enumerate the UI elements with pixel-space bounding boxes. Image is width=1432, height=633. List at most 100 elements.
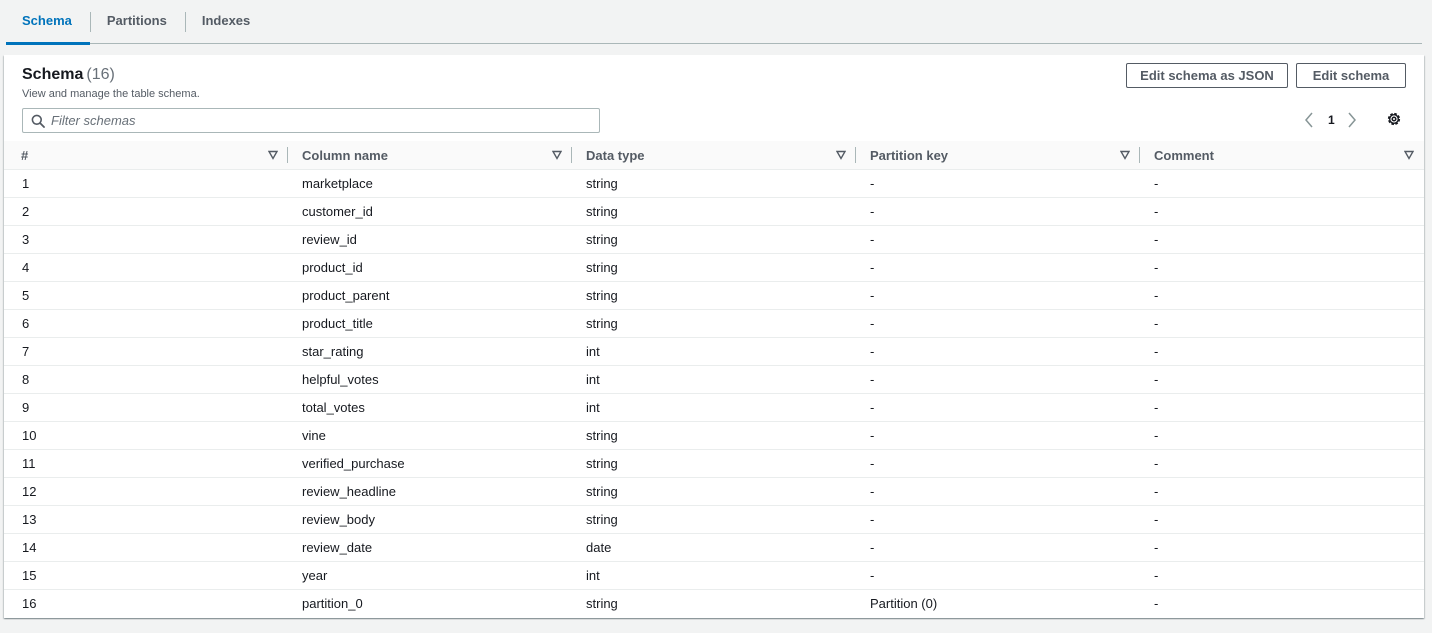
sort-down-triangle-icon[interactable] [268, 150, 278, 160]
data-type-cell: string [572, 281, 856, 310]
partition-key-cell: - [856, 477, 1140, 506]
chevron-right-icon[interactable] [1345, 110, 1359, 130]
search-icon [31, 114, 45, 128]
table-row: 7 star_rating int - - [4, 337, 1424, 366]
column-name-cell: customer_id [288, 197, 572, 226]
table-row: 10 vine string - - [4, 421, 1424, 450]
sort-down-triangle-icon[interactable] [1120, 150, 1130, 160]
row-number-cell: 15 [4, 561, 288, 590]
comment-cell: - [1140, 253, 1424, 282]
column-header-label: # [21, 148, 29, 163]
row-number-cell: 9 [4, 393, 288, 422]
column-name-cell: star_rating [288, 337, 572, 366]
table-body: 1 marketplace string - -2 customer_id string - -… [4, 169, 1424, 617]
data-type-cell: date [572, 533, 856, 562]
column-header-number[interactable]: # [4, 141, 288, 170]
data-type-cell: string [572, 253, 856, 282]
comment-cell: - [1140, 281, 1424, 310]
column-header-label: Partition key [870, 148, 949, 163]
row-number-cell: 6 [4, 309, 288, 338]
comment-cell: - [1140, 365, 1424, 394]
partition-key-cell: - [856, 533, 1140, 562]
data-type-cell: string [572, 477, 856, 506]
edit-schema-json-button[interactable]: Edit schema as JSON [1126, 63, 1288, 88]
row-number-cell: 4 [4, 253, 288, 282]
comment-cell: - [1140, 449, 1424, 478]
row-number-cell: 8 [4, 365, 288, 394]
data-type-cell: string [572, 197, 856, 226]
data-type-cell: int [572, 393, 856, 422]
tab-schema-label: Schema [22, 13, 72, 28]
filter-box [22, 108, 600, 133]
row-number-cell: 14 [4, 533, 288, 562]
column-header-label: Comment [1154, 148, 1214, 163]
column-name-cell: helpful_votes [288, 365, 572, 394]
column-name-cell: product_id [288, 253, 572, 282]
sort-down-triangle-icon[interactable] [552, 150, 562, 160]
row-number-cell: 7 [4, 337, 288, 366]
comment-cell: - [1140, 477, 1424, 506]
column-header-partition-key[interactable]: Partition key [856, 141, 1140, 170]
partition-key-cell: - [856, 561, 1140, 590]
data-type-cell: int [572, 365, 856, 394]
column-name-cell: review_headline [288, 477, 572, 506]
partition-key-cell: - [856, 337, 1140, 366]
panel-description: View and manage the table schema. [22, 88, 200, 100]
edit-schema-button[interactable]: Edit schema [1296, 63, 1406, 88]
partition-key-cell: - [856, 421, 1140, 450]
data-type-cell: string [572, 169, 856, 198]
schema-panel: Schema (16) View and manage the table sch… [4, 55, 1424, 618]
row-number-cell: 5 [4, 281, 288, 310]
table-header-row: # Column name Data type Partition key Co… [4, 141, 1424, 170]
schema-count: (16) [86, 66, 115, 83]
table-row: 8 helpful_votes int - - [4, 365, 1424, 394]
tab-schema[interactable]: Schema [6, 0, 90, 45]
table-row: 6 product_title string - - [4, 309, 1424, 338]
row-number-cell: 3 [4, 225, 288, 254]
column-name-cell: product_title [288, 309, 572, 338]
comment-cell: - [1140, 533, 1424, 562]
chevron-left-icon[interactable] [1302, 110, 1316, 130]
comment-cell: - [1140, 393, 1424, 422]
row-number-cell: 10 [4, 421, 288, 450]
column-name-cell: year [288, 561, 572, 590]
partition-key-cell: - [856, 505, 1140, 534]
column-header-comment[interactable]: Comment [1140, 141, 1424, 170]
table-row: 15 year int - - [4, 561, 1424, 590]
sort-down-triangle-icon[interactable] [1404, 150, 1414, 160]
partition-key-cell: - [856, 365, 1140, 394]
tab-indexes[interactable]: Indexes [186, 0, 268, 44]
comment-cell: - [1154, 595, 1159, 611]
comment-cell: - [1140, 169, 1424, 198]
comment-cell: - [1140, 421, 1424, 450]
page-number[interactable]: 1 [1328, 113, 1335, 127]
partition-key-cell: - [856, 449, 1140, 478]
column-name-cell: total_votes [288, 393, 572, 422]
filter-schemas-input[interactable] [51, 109, 591, 132]
comment-cell: - [1140, 505, 1424, 534]
partition-key-cell: Partition (0) [870, 595, 938, 611]
column-header-label: Data type [586, 148, 645, 163]
partition-key-cell: - [856, 225, 1140, 254]
column-header-column-name[interactable]: Column name [288, 141, 572, 170]
column-name-cell: marketplace [288, 169, 572, 198]
tab-indexes-label: Indexes [201, 13, 251, 28]
partition-key-cell: - [856, 281, 1140, 310]
partition-key-cell: - [856, 169, 1140, 198]
gear-icon[interactable] [1385, 110, 1403, 128]
sort-down-triangle-icon[interactable] [836, 150, 846, 160]
data-type-cell: string [572, 505, 856, 534]
table-row: 1 marketplace string - - [4, 169, 1424, 198]
column-name-cell: review_body [288, 505, 572, 534]
column-name-cell: review_date [288, 533, 572, 562]
column-name-cell: vine [288, 421, 572, 450]
row-number-cell: 1 [4, 169, 288, 198]
column-name-cell: partition_0 [302, 595, 363, 611]
data-type-cell: string [572, 225, 856, 254]
column-header-data-type[interactable]: Data type [572, 141, 856, 170]
column-header-label: Column name [302, 148, 388, 163]
data-type-cell: int [572, 337, 856, 366]
tab-partitions[interactable]: Partitions [91, 0, 185, 44]
row-number-cell: 16 [22, 595, 37, 611]
table-row: 11 verified_purchase string - - [4, 449, 1424, 478]
